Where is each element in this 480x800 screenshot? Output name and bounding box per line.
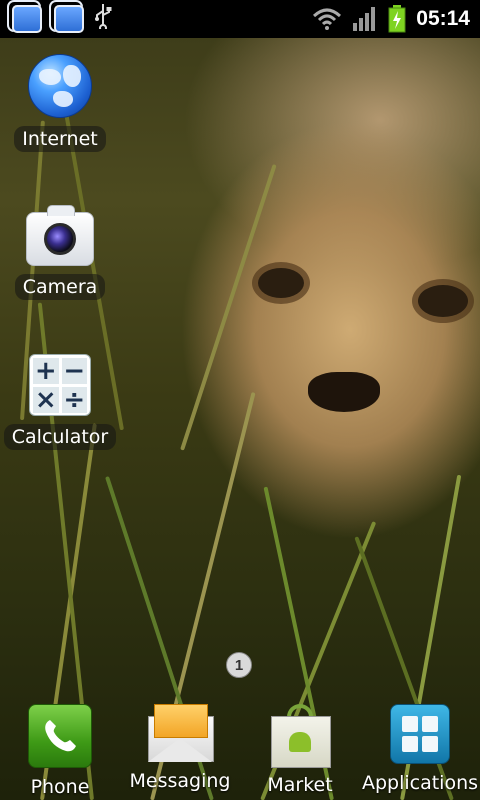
market-icon <box>269 704 331 768</box>
dock-label: Applications <box>361 772 479 794</box>
notification-window-icon <box>12 5 42 33</box>
status-bar[interactable]: 05:14 <box>0 0 480 38</box>
calculator-icon: + − × ÷ <box>29 354 91 416</box>
cub-eye-left <box>258 268 304 298</box>
grass-blade <box>180 164 277 451</box>
cub-eye-right <box>418 285 468 317</box>
globe-icon <box>28 54 92 118</box>
dock-label: Market <box>267 774 333 796</box>
shortcut-label: Camera <box>14 274 106 300</box>
dock-label: Messaging <box>129 770 231 792</box>
dock-phone[interactable]: Phone <box>0 704 120 798</box>
battery-charging-icon <box>388 5 406 33</box>
shortcut-internet[interactable]: Internet <box>0 54 120 152</box>
plus-glyph: + <box>33 356 59 386</box>
wifi-icon <box>312 8 342 30</box>
phone-icon <box>28 704 92 768</box>
times-glyph: × <box>33 385 59 415</box>
dock-applications[interactable]: Applications <box>360 704 480 794</box>
dock-messaging[interactable]: Messaging <box>120 704 240 792</box>
usb-icon <box>94 3 112 35</box>
shortcut-label: Calculator <box>3 424 117 450</box>
camera-icon <box>26 205 94 266</box>
minus-glyph: − <box>61 356 87 386</box>
dock-market[interactable]: Market <box>240 704 360 796</box>
shortcut-camera[interactable]: Camera <box>0 204 120 300</box>
clock: 05:14 <box>416 7 470 30</box>
shortcut-calculator[interactable]: + − × ÷ Calculator <box>0 354 120 450</box>
dock-label: Phone <box>30 776 90 798</box>
shortcut-label: Internet <box>14 126 106 152</box>
notification-window-icon <box>54 5 84 33</box>
dock: Phone Messaging Market Applications <box>0 690 480 800</box>
page-indicator[interactable]: 1 <box>226 652 252 678</box>
applications-icon <box>390 704 450 764</box>
cub-nose <box>308 372 380 412</box>
messaging-icon <box>148 704 214 762</box>
signal-icon <box>352 7 378 31</box>
divide-glyph: ÷ <box>61 385 87 415</box>
